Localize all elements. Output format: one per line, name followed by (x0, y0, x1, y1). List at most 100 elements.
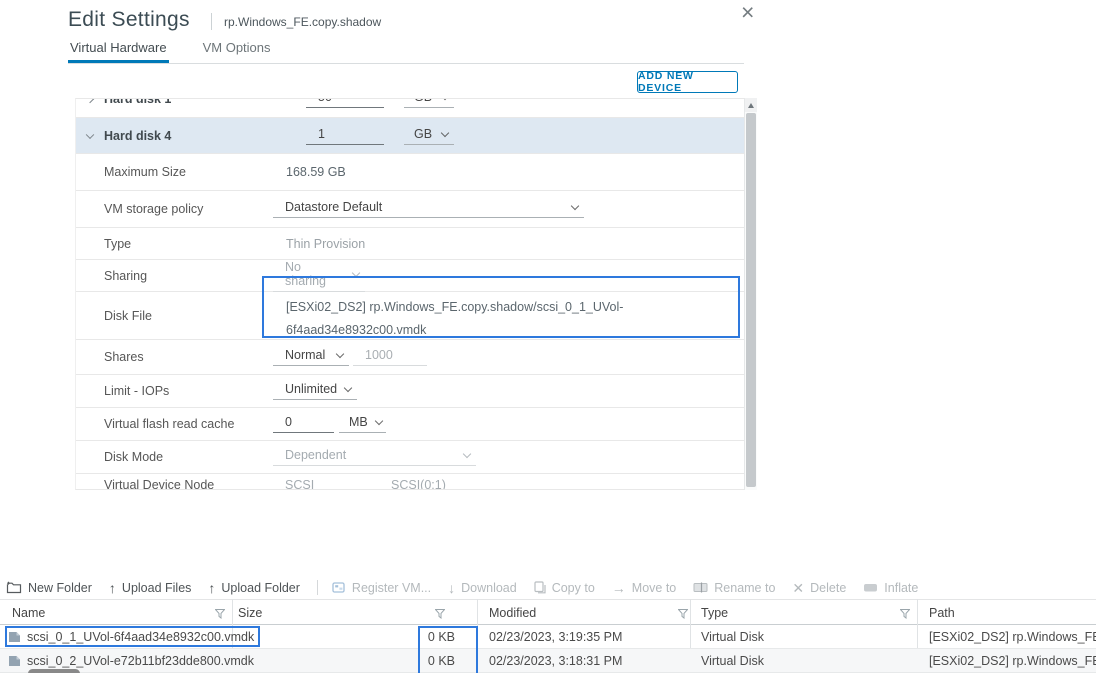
row-label: Sharing (104, 269, 147, 283)
column-header-type[interactable]: Type (701, 606, 728, 620)
rename-icon (693, 582, 708, 593)
virtual-disk-icon (8, 655, 21, 670)
shares-value-input[interactable]: 1000 (353, 348, 427, 366)
row-label: VM storage policy (104, 202, 203, 216)
vfrc-unit-select[interactable]: MB (339, 415, 386, 433)
disk-mode-select: Dependent (273, 448, 476, 466)
dialog-title: Edit Settings (68, 8, 190, 32)
row-label: Virtual flash read cache (104, 417, 234, 431)
collapse-caret-icon[interactable] (86, 130, 94, 138)
column-header-modified[interactable]: Modified (489, 606, 536, 620)
tab-vm-options[interactable]: VM Options (201, 36, 273, 63)
disk4-unit-select[interactable]: GB (404, 127, 454, 145)
new-folder-icon (6, 581, 22, 594)
upload-files-button[interactable]: ↑ Upload Files (109, 581, 191, 595)
scsi-node-select: SCSI(0:1) Hard disk 4 (379, 478, 491, 490)
settings-row-virtual-device-node: Virtual Device Node SCSI controller 0 SC… (76, 474, 744, 490)
file-path: [ESXi02_DS2] rp.Windows_FE.c (929, 654, 1096, 668)
settings-row-disk-mode: Disk Mode Dependent (76, 441, 744, 474)
chevron-down-icon (571, 202, 579, 210)
filter-icon[interactable] (435, 608, 445, 622)
upload-folder-button[interactable]: ↑ Upload Folder (208, 581, 300, 595)
disk1-unit-select[interactable]: GB (404, 99, 454, 108)
file-size: 0 KB (330, 630, 455, 644)
new-folder-button[interactable]: New Folder (6, 581, 92, 595)
chevron-down-icon (441, 128, 449, 136)
file-size: 0 KB (330, 654, 455, 668)
vm-storage-policy-select[interactable]: Datastore Default (273, 200, 584, 218)
virtual-disk-icon (8, 631, 21, 646)
chevron-down-icon (352, 268, 360, 276)
scrollbar-thumb[interactable] (746, 113, 756, 487)
toolbar-separator (317, 580, 318, 595)
vfrc-input[interactable]: 0 (273, 415, 334, 433)
row-label: Maximum Size (104, 165, 186, 179)
limit-iops-select[interactable]: Unlimited (273, 382, 357, 400)
sharing-select: No sharing (273, 260, 365, 292)
file-modified: 02/23/2023, 3:18:31 PM (489, 654, 622, 668)
file-name: scsi_0_2_UVol-e72b11bf23dde800.vmdk (27, 654, 254, 668)
chevron-down-icon (336, 350, 344, 358)
scroll-up-button[interactable] (745, 98, 757, 112)
dialog-vm-name: rp.Windows_FE.copy.shadow (224, 15, 381, 29)
file-row-1[interactable]: scsi_0_1_UVol-6f4aad34e8932c00.vmdk 0 KB… (0, 625, 1096, 649)
expand-caret-icon[interactable] (86, 99, 94, 103)
file-type: Virtual Disk (701, 654, 764, 668)
chevron-down-icon (344, 384, 352, 392)
type-value: Thin Provision (286, 237, 365, 251)
disk-file-value: [ESXi02_DS2] rp.Windows_FE.copy.shadow/s… (286, 296, 623, 342)
upload-icon: ↑ (109, 581, 116, 595)
inflate-button: Inflate (863, 581, 918, 595)
copy-icon (534, 581, 546, 594)
file-modified: 02/23/2023, 3:19:35 PM (489, 630, 622, 644)
file-name: scsi_0_1_UVol-6f4aad34e8932c00.vmdk (27, 630, 254, 644)
settings-row-shares: Shares Normal 1000 (76, 340, 744, 375)
close-icon[interactable]: × (741, 1, 754, 24)
upload-icon: ↑ (208, 581, 215, 595)
file-type: Virtual Disk (701, 630, 764, 644)
register-vm-icon (332, 582, 346, 594)
shares-select[interactable]: Normal (273, 348, 349, 366)
filter-icon[interactable] (900, 608, 910, 622)
title-separator (211, 13, 212, 30)
file-path: [ESXi02_DS2] rp.Windows_FE.c (929, 630, 1096, 644)
file-table-header: Name Size Modified Type Path (0, 599, 1096, 625)
row-label: Hard disk 4 (104, 129, 171, 143)
dialog-scrollbar[interactable] (744, 98, 757, 490)
settings-row-hard-disk-1-clip: Hard disk 1 50 GB (76, 99, 744, 118)
screen: Edit Settings rp.Windows_FE.copy.shadow … (0, 0, 1096, 673)
column-header-path[interactable]: Path (929, 606, 955, 620)
row-label: Disk File (104, 309, 152, 323)
disk1-size-input[interactable]: 50 (306, 99, 384, 108)
tab-virtual-hardware[interactable]: Virtual Hardware (68, 36, 169, 63)
row-label: Hard disk 1 (104, 99, 171, 106)
file-row-2[interactable]: scsi_0_2_UVol-e72b11bf23dde800.vmdk 0 KB… (0, 649, 1096, 673)
download-button: ↓ Download (448, 581, 517, 595)
settings-row-virtual-flash-read-cache: Virtual flash read cache 0 MB (76, 408, 744, 441)
filter-icon[interactable] (678, 608, 688, 622)
settings-row-maximum-size: Maximum Size 168.59 GB (76, 154, 744, 191)
delete-button: ✕ Delete (792, 581, 846, 595)
datastore-toolbar: New Folder ↑ Upload Files ↑ Upload Folde… (0, 576, 1096, 599)
move-to-button: → Move to (612, 581, 676, 595)
settings-row-disk-file: Disk File [ESXi02_DS2] rp.Windows_FE.cop… (76, 292, 744, 340)
column-header-name-size[interactable]: Size (238, 606, 262, 620)
disk4-size-input[interactable]: 1 (306, 127, 384, 145)
scsi-controller-select: SCSI controller 0 (273, 478, 373, 490)
add-new-device-button[interactable]: ADD NEW DEVICE (637, 71, 738, 93)
row-label: Disk Mode (104, 450, 163, 464)
settings-row-type: Type Thin Provision (76, 228, 744, 260)
partial-row-placeholder (28, 669, 80, 673)
column-header-name[interactable]: Name (12, 606, 45, 620)
filter-icon[interactable] (215, 608, 225, 622)
settings-row-hard-disk-4: Hard disk 4 1 GB (76, 118, 744, 154)
download-icon: ↓ (448, 581, 455, 595)
chevron-down-icon (360, 487, 368, 490)
row-label: Virtual Device Node (104, 478, 214, 490)
chevron-down-icon (463, 450, 471, 458)
triangle-up-icon (748, 103, 754, 108)
inflate-icon (863, 582, 878, 593)
delete-x-icon: ✕ (792, 581, 804, 595)
row-label: Type (104, 237, 131, 251)
settings-row-hard-disk-1: Hard disk 1 50 GB (76, 99, 744, 118)
